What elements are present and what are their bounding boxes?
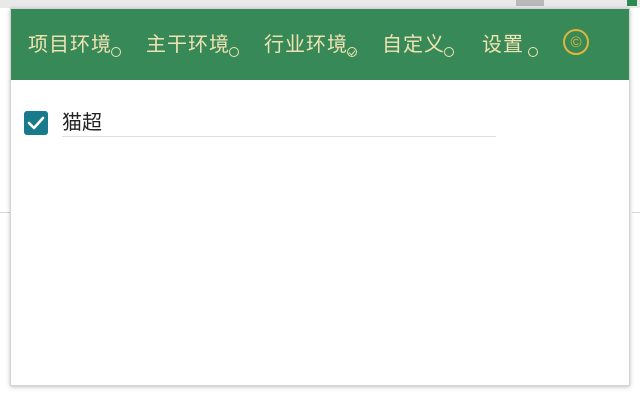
- nav-item-label: 项目环境: [28, 32, 112, 56]
- environment-nav-bar: 项目环境 主干环境 行业环境 自定义 设置 ©: [11, 9, 629, 80]
- nav-item-project-env[interactable]: 项目环境: [28, 31, 121, 61]
- browser-tab-hint: [516, 0, 544, 6]
- copyright-icon[interactable]: ©: [563, 29, 589, 55]
- radio-unchecked-icon[interactable]: [444, 47, 454, 57]
- radio-unchecked-icon[interactable]: [229, 47, 239, 57]
- nav-item-label: 主干环境: [146, 32, 230, 56]
- radio-unchecked-icon[interactable]: [528, 47, 538, 57]
- browser-background: 项目环境 主干环境 行业环境 自定义 设置 © 猫超: [0, 0, 640, 400]
- nav-item-trunk-env[interactable]: 主干环境: [146, 31, 239, 61]
- nav-item-label: 设置: [482, 32, 524, 56]
- checkbox-checked[interactable]: [24, 111, 48, 135]
- nav-item-industry-env[interactable]: 行业环境: [264, 31, 357, 61]
- checkmark-icon: [27, 116, 45, 130]
- nav-item-label: 自定义: [382, 32, 445, 56]
- nav-item-custom[interactable]: 自定义: [382, 31, 454, 61]
- radio-checked-icon[interactable]: [347, 47, 357, 57]
- nav-item-settings[interactable]: 设置: [482, 31, 538, 61]
- list-item[interactable]: 猫超: [24, 109, 496, 141]
- browser-toolbar-strip: [0, 0, 640, 8]
- extension-popup: 项目环境 主干环境 行业环境 自定义 设置 © 猫超: [10, 8, 630, 386]
- extension-icon-hint: [627, 0, 637, 6]
- nav-item-label: 行业环境: [264, 32, 348, 56]
- page-divider-right: [632, 212, 640, 213]
- radio-unchecked-icon[interactable]: [111, 47, 121, 57]
- list-item-label: 猫超: [62, 109, 496, 137]
- page-divider-left: [0, 212, 10, 213]
